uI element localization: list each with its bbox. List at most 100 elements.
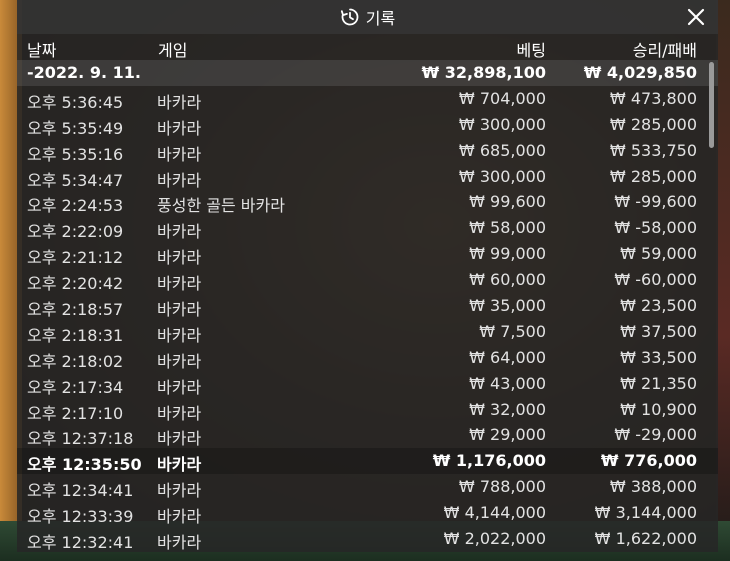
row-time: 오후 2:24:53 bbox=[27, 196, 124, 216]
row-win: ₩ 776,000 bbox=[600, 451, 697, 471]
row-bet: ₩ 58,000 bbox=[469, 218, 546, 238]
group-bet-total: ₩ 32,898,100 bbox=[421, 63, 546, 82]
row-time: 오후 12:35:50 bbox=[27, 455, 142, 475]
row-game: 바카라 bbox=[157, 455, 202, 475]
row-bet: ₩ 4,144,000 bbox=[443, 503, 546, 523]
group-date: -2022. 9. 11. bbox=[27, 63, 141, 82]
row-win: ₩ 1,622,000 bbox=[594, 529, 697, 549]
row-game: 바카라 bbox=[157, 144, 202, 164]
row-time: 오후 5:35:16 bbox=[27, 144, 124, 164]
group-win-total: ₩ 4,029,850 bbox=[583, 63, 697, 82]
row-bet: ₩ 7,500 bbox=[479, 321, 546, 341]
table-row[interactable]: 오후 2:18:31 바카라 ₩ 7,500 ₩ 37,500 bbox=[17, 319, 718, 345]
column-header-bet[interactable]: 베팅 bbox=[517, 37, 546, 61]
row-bet: ₩ 32,000 bbox=[469, 399, 546, 419]
row-game: 풍성한 골든 바카라 bbox=[157, 196, 285, 216]
row-game: 바카라 bbox=[157, 429, 202, 449]
row-win: ₩ 473,800 bbox=[609, 88, 697, 108]
row-game: 바카라 bbox=[157, 403, 202, 423]
table-row[interactable]: 오후 2:20:42 바카라 ₩ 60,000 ₩ -60,000 bbox=[17, 267, 718, 293]
row-game: 바카라 bbox=[157, 325, 202, 345]
row-game: 바카라 bbox=[157, 170, 202, 190]
table-row[interactable]: 오후 5:35:16 바카라 ₩ 685,000 ₩ 533,750 bbox=[17, 138, 718, 164]
table-row[interactable]: 오후 12:32:41 바카라 ₩ 2,022,000 ₩ 1,622,000 bbox=[17, 526, 718, 552]
row-game: 바카라 bbox=[157, 222, 202, 242]
row-win: ₩ 37,500 bbox=[620, 321, 697, 341]
table-row[interactable]: 오후 2:17:10 바카라 ₩ 32,000 ₩ 10,900 bbox=[17, 397, 718, 423]
row-time: 오후 2:20:42 bbox=[27, 274, 124, 294]
table-row[interactable]: 오후 2:22:09 바카라 ₩ 58,000 ₩ -58,000 bbox=[17, 215, 718, 241]
row-time: 오후 12:32:41 bbox=[27, 533, 134, 553]
row-win: ₩ 388,000 bbox=[609, 477, 697, 497]
table-row[interactable]: 오후 2:18:57 바카라 ₩ 35,000 ₩ 23,500 bbox=[17, 293, 718, 319]
table-row[interactable]: 오후 5:35:49 바카라 ₩ 300,000 ₩ 285,000 bbox=[17, 112, 718, 138]
row-time: 오후 12:34:41 bbox=[27, 481, 134, 501]
row-win: ₩ 285,000 bbox=[609, 166, 697, 186]
table-row[interactable]: 오후 5:34:47 바카라 ₩ 300,000 ₩ 285,000 bbox=[17, 164, 718, 190]
table-row[interactable]: 오후 12:37:18 바카라 ₩ 29,000 ₩ -29,000 bbox=[17, 422, 718, 448]
row-game: 바카라 bbox=[157, 248, 202, 268]
row-win: ₩ 33,500 bbox=[620, 347, 697, 367]
row-win: ₩ 533,750 bbox=[609, 140, 697, 160]
column-header-date[interactable]: 날짜 bbox=[27, 37, 56, 61]
row-time: 오후 5:36:45 bbox=[27, 92, 124, 112]
row-win: ₩ 59,000 bbox=[620, 244, 697, 264]
row-win: ₩ -99,600 bbox=[614, 192, 697, 212]
row-bet: ₩ 29,000 bbox=[469, 425, 546, 445]
row-bet: ₩ 704,000 bbox=[458, 88, 546, 108]
row-bet: ₩ 2,022,000 bbox=[443, 529, 546, 549]
row-win: ₩ -58,000 bbox=[614, 218, 697, 238]
row-game: 바카라 bbox=[157, 377, 202, 397]
row-time: 오후 2:17:34 bbox=[27, 377, 124, 397]
row-win: ₩ 3,144,000 bbox=[594, 503, 697, 523]
row-time: 오후 12:37:18 bbox=[27, 429, 134, 449]
table-row[interactable]: 오후 2:21:12 바카라 ₩ 99,000 ₩ 59,000 bbox=[17, 241, 718, 267]
row-win: ₩ 10,900 bbox=[620, 399, 697, 419]
row-win: ₩ -60,000 bbox=[614, 270, 697, 290]
close-icon[interactable] bbox=[687, 8, 705, 26]
row-game: 바카라 bbox=[157, 481, 202, 501]
scrollbar-thumb[interactable] bbox=[709, 62, 714, 148]
row-time: 오후 2:22:09 bbox=[27, 222, 124, 242]
row-bet: ₩ 685,000 bbox=[458, 140, 546, 160]
table-row[interactable]: 오후 2:17:34 바카라 ₩ 43,000 ₩ 21,350 bbox=[17, 371, 718, 397]
row-time: 오후 2:18:31 bbox=[27, 325, 124, 345]
window-title: 기록 bbox=[365, 9, 396, 28]
column-header-win-loss[interactable]: 승리/패배 bbox=[633, 37, 697, 61]
column-headers: 날짜 게임 베팅 승리/패배 bbox=[17, 34, 718, 60]
history-table: -2022. 9. 11. ₩ 32,898,100 ₩ 4,029,850 오… bbox=[17, 60, 718, 552]
row-time: 오후 2:18:02 bbox=[27, 351, 124, 371]
table-row[interactable]: 오후 12:34:41 바카라 ₩ 788,000 ₩ 388,000 bbox=[17, 474, 718, 500]
row-bet: ₩ 788,000 bbox=[458, 477, 546, 497]
table-row[interactable]: 오후 12:33:39 바카라 ₩ 4,144,000 ₩ 3,144,000 bbox=[17, 500, 718, 526]
row-game: 바카라 bbox=[157, 118, 202, 138]
table-row[interactable]: 오후 2:24:53 풍성한 골든 바카라 ₩ 99,600 ₩ -99,600 bbox=[17, 189, 718, 215]
row-bet: ₩ 64,000 bbox=[469, 347, 546, 367]
history-icon bbox=[340, 7, 360, 27]
history-panel: 기록 날짜 게임 베팅 승리/패배 -2022. 9. 11. ₩ 32,898… bbox=[17, 0, 718, 552]
row-time: 오후 5:35:49 bbox=[27, 118, 124, 138]
row-win: ₩ 285,000 bbox=[609, 114, 697, 134]
row-bet: ₩ 43,000 bbox=[469, 373, 546, 393]
row-game: 바카라 bbox=[157, 507, 202, 527]
table-row[interactable]: 오후 5:36:45 바카라 ₩ 704,000 ₩ 473,800 bbox=[17, 86, 718, 112]
row-time: 오후 2:17:10 bbox=[27, 403, 124, 423]
column-header-game[interactable]: 게임 bbox=[158, 37, 187, 61]
row-bet: ₩ 1,176,000 bbox=[432, 451, 546, 471]
row-time: 오후 12:33:39 bbox=[27, 507, 134, 527]
close-button[interactable] bbox=[685, 6, 707, 28]
table-row[interactable]: 오후 2:18:02 바카라 ₩ 64,000 ₩ 33,500 bbox=[17, 345, 718, 371]
row-time: 오후 2:18:57 bbox=[27, 300, 124, 320]
title-bar: 기록 bbox=[17, 0, 718, 34]
row-game: 바카라 bbox=[157, 274, 202, 294]
background-right bbox=[716, 0, 730, 561]
row-bet: ₩ 35,000 bbox=[469, 296, 546, 316]
row-game: 바카라 bbox=[157, 351, 202, 371]
row-time: 오후 2:21:12 bbox=[27, 248, 124, 268]
table-row-selected[interactable]: 오후 12:35:50 바카라 ₩ 1,176,000 ₩ 776,000 bbox=[17, 448, 718, 474]
row-game: 바카라 bbox=[157, 92, 202, 112]
row-bet: ₩ 300,000 bbox=[458, 166, 546, 186]
row-bet: ₩ 99,000 bbox=[469, 244, 546, 264]
date-group-row[interactable]: -2022. 9. 11. ₩ 32,898,100 ₩ 4,029,850 bbox=[17, 60, 718, 86]
row-time: 오후 5:34:47 bbox=[27, 170, 124, 190]
